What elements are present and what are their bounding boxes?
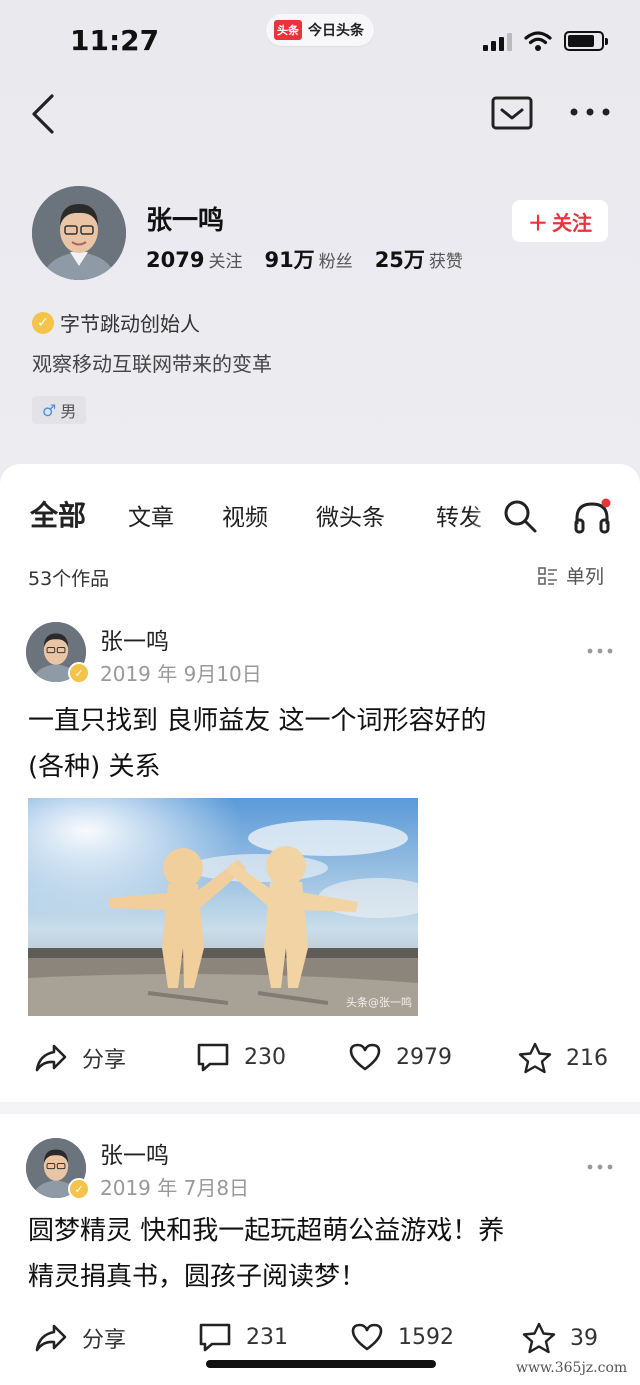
view-mode-label: 单列 [566,566,605,588]
verified-badge-icon: ✓ [68,1178,90,1200]
envelope-icon[interactable] [490,94,534,132]
post-text[interactable]: 圆梦精灵 快和我一起玩超萌公益游戏！养 精灵捐真书，圆孩子阅读梦！ [28,1208,618,1300]
app-name: 今日头条 [308,23,364,39]
post-text[interactable]: 一直只找到 良师益友 这一个词形容好的 (各种) 关系 [28,698,618,790]
tab-micro-posts[interactable]: 微头条 [316,498,385,532]
search-icon[interactable] [502,498,538,534]
app-indicator-pill[interactable]: 头条 今日头条 [266,14,374,46]
comment-button[interactable]: 230 [196,1042,286,1072]
battery-icon [564,31,608,51]
view-mode-toggle[interactable]: 单列 [538,562,604,589]
status-time: 11:27 [70,24,160,57]
verified-badge-icon: ✓ [68,662,90,684]
post-author-name[interactable]: 张一鸣 [100,622,169,656]
share-button[interactable]: 分享 [34,1322,126,1354]
comment-icon [197,1043,229,1072]
wifi-icon [524,31,552,51]
post-author-avatar[interactable]: ✓ [26,1138,90,1200]
favorite-button[interactable]: 216 [518,1042,608,1074]
post-actions: 分享 231 1592 39 [0,1322,640,1362]
site-watermark: www.365jz.com [516,1360,628,1376]
verification-text: 字节跳动创始人 [60,312,200,336]
profile-name: 张一鸣 [146,206,225,236]
home-indicator[interactable] [206,1360,436,1368]
more-dots-icon[interactable] [586,1162,614,1172]
star-icon [518,1042,552,1074]
post-date: 2019 年 9月10日 [100,662,262,686]
stat-followers[interactable]: 91万 粉丝 [264,244,352,274]
share-arrow-icon [35,1324,67,1352]
plus-icon: ＋ [528,210,548,235]
post-author-avatar[interactable]: ✓ [26,622,90,684]
profile-avatar[interactable] [32,186,126,280]
profile-stats: 2079 关注 91万 粉丝 25万 获赞 [146,244,463,274]
stat-following[interactable]: 2079 关注 [146,247,242,272]
heart-icon [349,1043,381,1071]
works-count: 53个作品 [28,568,110,590]
toutiao-logo: 头条 [274,20,302,40]
profile-bio: 观察移动互联网带来的变革 [32,352,272,376]
share-button[interactable]: 分享 [34,1042,126,1074]
follow-button[interactable]: ＋ 关注 [512,200,608,242]
male-icon: ♂ [42,400,57,420]
status-bar: 11:27 头条 今日头条 [0,0,640,80]
star-icon [522,1322,556,1354]
comment-icon [199,1323,231,1352]
tab-all[interactable]: 全部 [30,494,86,534]
post-date: 2019 年 7月8日 [100,1176,250,1200]
post-author-name[interactable]: 张一鸣 [100,1136,169,1170]
list-view-icon [538,566,557,585]
back-chevron-icon[interactable] [26,92,66,136]
headphones-icon[interactable] [572,498,612,536]
verification-line: ✓ 字节跳动创始人 [32,308,200,337]
content-panel: 全部 文章 视频 微头条 转发 53个作品 单列 ✓ 张一鸣 2019 年 9月… [0,464,640,1385]
follow-label: 关注 [552,210,592,235]
gender-tag: ♂ 男 [32,396,87,424]
image-watermark: 头条@张一鸣 [346,996,412,1009]
post-divider [0,1102,640,1114]
post-image[interactable]: 头条@张一鸣 [28,798,418,1016]
tab-bar: 全部 文章 视频 微头条 转发 [0,494,640,538]
like-button[interactable]: 2979 [348,1042,452,1072]
favorite-button[interactable]: 39 [522,1322,598,1354]
cellular-signal-icon [483,31,512,51]
heart-icon [351,1323,383,1351]
more-dots-icon[interactable] [566,100,614,124]
tab-videos[interactable]: 视频 [222,498,268,532]
stat-likes-received[interactable]: 25万 获赞 [375,244,463,274]
verified-badge-icon: ✓ [32,311,54,334]
comment-button[interactable]: 231 [198,1322,288,1352]
share-arrow-icon [35,1044,67,1072]
tab-articles[interactable]: 文章 [128,498,174,532]
gender-label: 男 [60,402,77,421]
like-button[interactable]: 1592 [350,1322,454,1352]
more-dots-icon[interactable] [586,646,614,656]
status-icons [483,30,608,52]
post-actions: 分享 230 2979 216 [0,1042,640,1082]
